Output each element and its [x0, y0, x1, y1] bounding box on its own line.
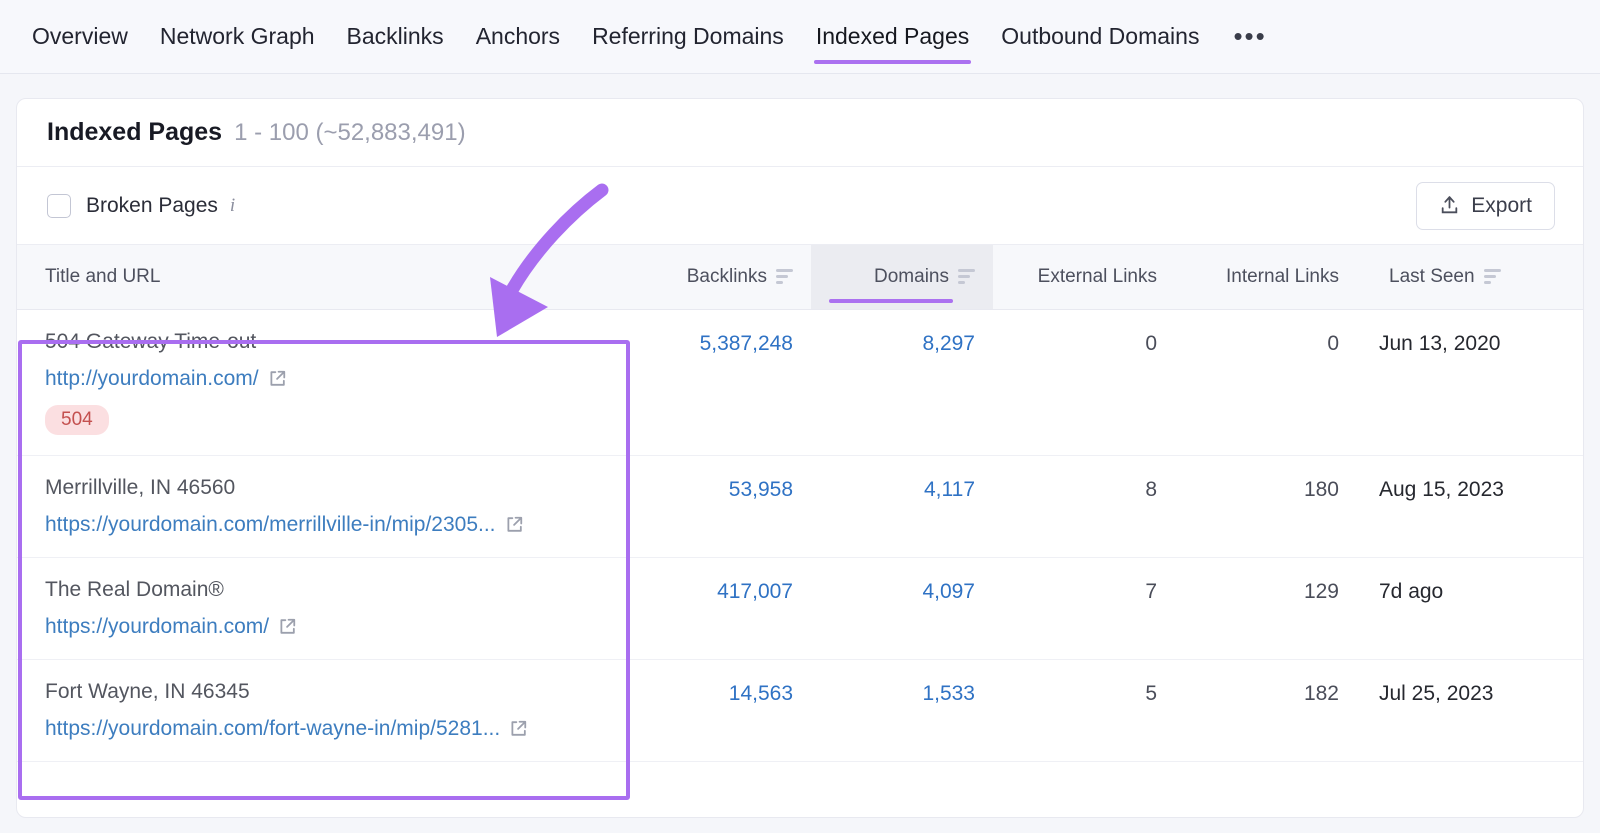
- cell-domains[interactable]: 8,297: [811, 309, 993, 456]
- column-header-last-seen[interactable]: Last Seen: [1357, 245, 1583, 310]
- tab-overview[interactable]: Overview: [16, 0, 144, 74]
- page-title-text: The Real Domain®: [45, 577, 224, 601]
- cell-external-links: 0: [993, 309, 1175, 456]
- external-link-icon: [280, 618, 296, 634]
- tab-outbound-domains[interactable]: Outbound Domains: [985, 0, 1215, 74]
- column-header-external-links[interactable]: External Links: [993, 245, 1175, 310]
- tab-label: Backlinks: [346, 23, 444, 49]
- external-link-icon: [506, 516, 522, 532]
- card-header: Indexed Pages 1 - 100 (~52,883,491): [17, 99, 1583, 167]
- indexed-pages-card: Indexed Pages 1 - 100 (~52,883,491) Brok…: [16, 98, 1584, 818]
- cell-last-seen: Aug 15, 2023: [1357, 455, 1583, 558]
- column-header-title-url[interactable]: Title and URL: [17, 245, 629, 310]
- cell-external-links: 5: [993, 659, 1175, 762]
- column-label: Title and URL: [45, 265, 161, 287]
- column-label: Last Seen: [1389, 265, 1475, 287]
- tab-label: Outbound Domains: [1001, 23, 1200, 49]
- page-title-text: 504 Gateway Time-out: [45, 329, 257, 353]
- table-row[interactable]: Merrillville, IN 46560 https://yourdomai…: [17, 455, 1583, 558]
- cell-last-seen: Jun 13, 2020: [1357, 309, 1583, 456]
- cell-domains[interactable]: 4,117: [811, 455, 993, 558]
- column-label: External Links: [1037, 265, 1157, 287]
- tab-label: Referring Domains: [592, 23, 784, 49]
- tab-anchors[interactable]: Anchors: [460, 0, 576, 74]
- cell-backlinks[interactable]: 53,958: [629, 455, 811, 558]
- column-label: Backlinks: [686, 265, 767, 287]
- cell-title-url: Fort Wayne, IN 46345 https://yourdomain.…: [17, 659, 629, 762]
- export-button[interactable]: Export: [1416, 181, 1555, 230]
- url-text: https://yourdomain.com/: [45, 614, 270, 638]
- cell-backlinks[interactable]: 417,007: [629, 557, 811, 660]
- tab-network-graph[interactable]: Network Graph: [144, 0, 331, 74]
- page-title-text: Merrillville, IN 46560: [45, 475, 236, 499]
- app-page: Overview Network Graph Backlinks Anchors…: [0, 0, 1600, 833]
- table-row[interactable]: 504 Gateway Time-out http://yourdomain.c…: [17, 309, 1583, 456]
- page-title-text: Fort Wayne, IN 46345: [45, 679, 250, 703]
- filter-toolbar: Broken Pages i Export: [17, 167, 1583, 245]
- column-header-domains[interactable]: Domains: [811, 245, 993, 310]
- cell-external-links: 7: [993, 557, 1175, 660]
- export-label: Export: [1471, 193, 1532, 217]
- broken-pages-checkbox[interactable]: [47, 193, 71, 218]
- column-header-internal-links[interactable]: Internal Links: [1175, 245, 1357, 310]
- broken-pages-filter[interactable]: Broken Pages: [47, 193, 218, 218]
- cell-title-url: Merrillville, IN 46560 https://yourdomai…: [17, 455, 629, 558]
- tab-label: Indexed Pages: [815, 23, 970, 49]
- info-icon[interactable]: i: [230, 195, 235, 217]
- status-badge: 504: [45, 404, 109, 435]
- url-text: http://yourdomain.com/: [45, 366, 259, 390]
- cell-external-links: 8: [993, 455, 1175, 558]
- cell-internal-links: 182: [1175, 659, 1357, 762]
- cell-internal-links: 0: [1175, 309, 1357, 456]
- cell-title-url: 504 Gateway Time-out http://yourdomain.c…: [17, 309, 629, 456]
- cell-last-seen: 7d ago: [1357, 557, 1583, 660]
- more-tabs-icon[interactable]: •••: [1215, 0, 1284, 74]
- broken-pages-label: Broken Pages: [86, 193, 218, 217]
- cell-backlinks[interactable]: 14,563: [629, 659, 811, 762]
- tab-label: Network Graph: [159, 23, 315, 49]
- tab-indexed-pages[interactable]: Indexed Pages: [800, 0, 985, 74]
- sort-icon[interactable]: [1483, 269, 1501, 285]
- cell-title-url: The Real Domain® https://yourdomain.com/: [17, 557, 629, 660]
- table-row[interactable]: Fort Wayne, IN 46345 https://yourdomain.…: [17, 659, 1583, 762]
- table-row[interactable]: The Real Domain® https://yourdomain.com/…: [17, 557, 1583, 660]
- url-text: https://yourdomain.com/fort-wayne-in/mip…: [45, 716, 501, 740]
- cell-internal-links: 180: [1175, 455, 1357, 558]
- table-body: 504 Gateway Time-out http://yourdomain.c…: [17, 309, 1583, 762]
- tab-label: Overview: [32, 23, 128, 49]
- table-header-row: Title and URL Backlinks Domains External…: [17, 245, 1583, 310]
- main-tab-bar: Overview Network Graph Backlinks Anchors…: [0, 0, 1600, 74]
- url-text: https://yourdomain.com/merrillville-in/m…: [45, 512, 496, 536]
- tab-referring-domains[interactable]: Referring Domains: [576, 0, 800, 74]
- tab-backlinks[interactable]: Backlinks: [331, 0, 460, 74]
- cell-backlinks[interactable]: 5,387,248: [629, 309, 811, 456]
- result-count: 1 - 100 (~52,883,491): [234, 118, 466, 146]
- cell-domains[interactable]: 1,533: [811, 659, 993, 762]
- cell-domains[interactable]: 4,097: [811, 557, 993, 660]
- external-link-icon: [270, 370, 285, 386]
- cell-last-seen: Jul 25, 2023: [1357, 659, 1583, 762]
- tab-label: Anchors: [475, 23, 561, 49]
- page-url-link[interactable]: https://yourdomain.com/merrillville-in/m…: [45, 513, 524, 537]
- column-label: Internal Links: [1225, 265, 1339, 287]
- page-title: Indexed Pages: [47, 118, 223, 146]
- table-header: Title and URL Backlinks Domains External…: [17, 245, 1583, 310]
- page-url-link[interactable]: https://yourdomain.com/fort-wayne-in/mip…: [45, 717, 528, 741]
- cell-internal-links: 129: [1175, 557, 1357, 660]
- sort-icon[interactable]: [776, 269, 793, 285]
- page-url-link[interactable]: https://yourdomain.com/: [45, 615, 297, 639]
- upload-icon: [1442, 196, 1458, 214]
- page-url-link[interactable]: http://yourdomain.com/: [45, 367, 287, 391]
- indexed-pages-table: Title and URL Backlinks Domains External…: [17, 245, 1583, 762]
- column-label: Domains: [874, 265, 949, 287]
- column-header-backlinks[interactable]: Backlinks: [629, 245, 811, 310]
- external-link-icon: [511, 720, 527, 736]
- sort-icon[interactable]: [958, 269, 975, 285]
